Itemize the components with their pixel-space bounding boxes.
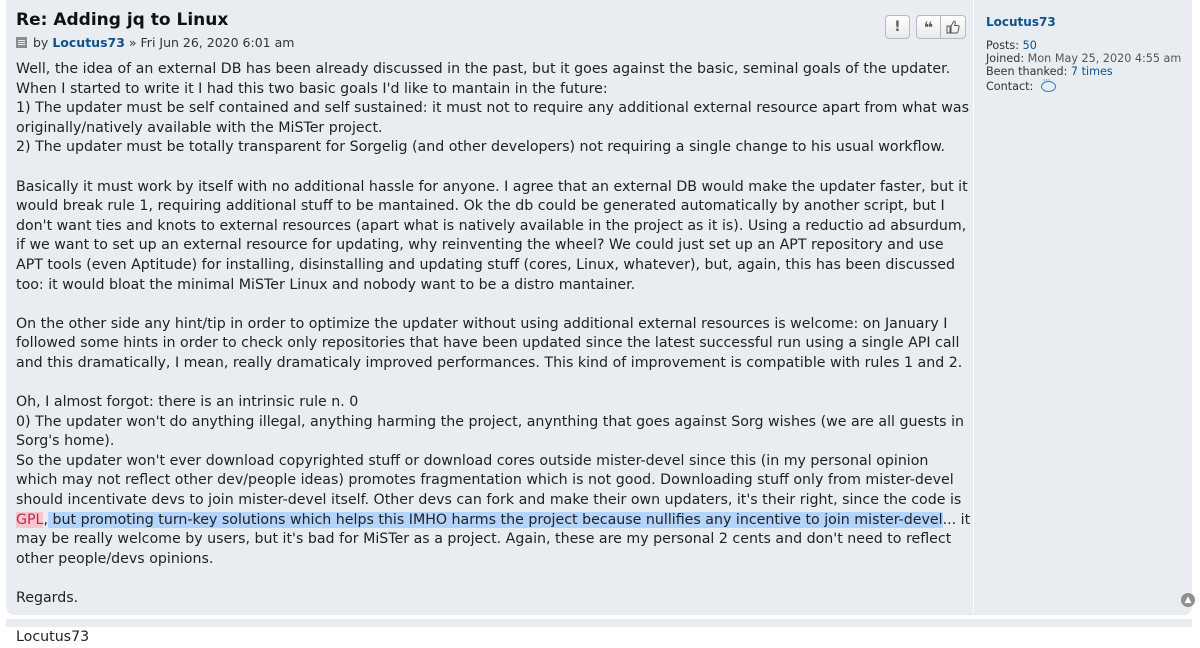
forum-post: Re: Adding jq to Linux by Locutus73 » Fr… (6, 0, 1195, 645)
quote-icon: ❝ (923, 17, 934, 37)
profile-contact: Contact: (986, 76, 1056, 93)
like-button[interactable] (941, 15, 966, 39)
rule-2: 2) The updater must be totally transpare… (16, 139, 946, 156)
post-title[interactable]: Re: Adding jq to Linux (16, 10, 228, 30)
post-profile: Locutus73 Posts: 50 Joined: Mon May 25, … (973, 0, 1193, 612)
profile-joined: Joined: Mon May 25, 2020 4:55 am (986, 52, 1181, 65)
profile-username[interactable]: Locutus73 (986, 15, 1056, 29)
date-separator: » (128, 35, 137, 50)
post-author-line: by Locutus73 » Fri Jun 26, 2020 6:01 am (16, 35, 294, 50)
author-link[interactable]: Locutus73 (52, 35, 125, 50)
joined-date: Mon May 25, 2020 4:55 am (1027, 52, 1182, 65)
paragraph-optimization: On the other side any hint/tip in order … (16, 315, 963, 371)
profile-posts: Posts: 50 (986, 39, 1037, 52)
thanked-label: Been thanked: (986, 65, 1068, 78)
rule-0-intro: Oh, I almost forgot: there is an intrins… (16, 394, 359, 411)
gpl-link[interactable]: GPL (16, 511, 44, 528)
paragraph-fragmentation: So the updater won't ever download copyr… (16, 452, 971, 570)
rule-1: 1) The updater must be self contained an… (16, 100, 969, 136)
post-buttons: ! ❝ (885, 15, 966, 39)
post-icon[interactable] (16, 37, 27, 48)
posts-label: Posts: (986, 39, 1020, 52)
fragmentation-text-a: So the updater won't ever download copyr… (16, 452, 962, 509)
joined-label: Joined: (986, 52, 1025, 65)
regards: Regards. (16, 590, 79, 607)
contact-label: Contact: (986, 80, 1034, 93)
next-post-edge (6, 619, 1192, 627)
exclamation-icon: ! (894, 19, 901, 35)
paragraph-external-db: Basically it must work by itself with no… (16, 178, 968, 293)
thumbs-up-icon (946, 20, 960, 34)
rule-0: 0) The updater won't do anything illegal… (16, 413, 965, 450)
paragraph-intro: Well, the idea of an external DB has bee… (16, 61, 951, 97)
posts-count[interactable]: 50 (1023, 39, 1037, 52)
highlighted-text: but promoting turn-key solutions which h… (47, 511, 943, 528)
author-prefix: by (33, 35, 49, 50)
post-content: Well, the idea of an external DB has bee… (16, 60, 971, 648)
back-to-top-icon[interactable]: ▲ (1181, 593, 1195, 607)
thanked-count[interactable]: 7 times (1071, 65, 1113, 78)
post-date: Fri Jun 26, 2020 6:01 am (140, 35, 295, 50)
report-button[interactable]: ! (885, 15, 910, 39)
signature: Locutus73 (16, 629, 90, 646)
contact-icon[interactable] (1040, 76, 1056, 92)
quote-button[interactable]: ❝ (916, 15, 941, 39)
